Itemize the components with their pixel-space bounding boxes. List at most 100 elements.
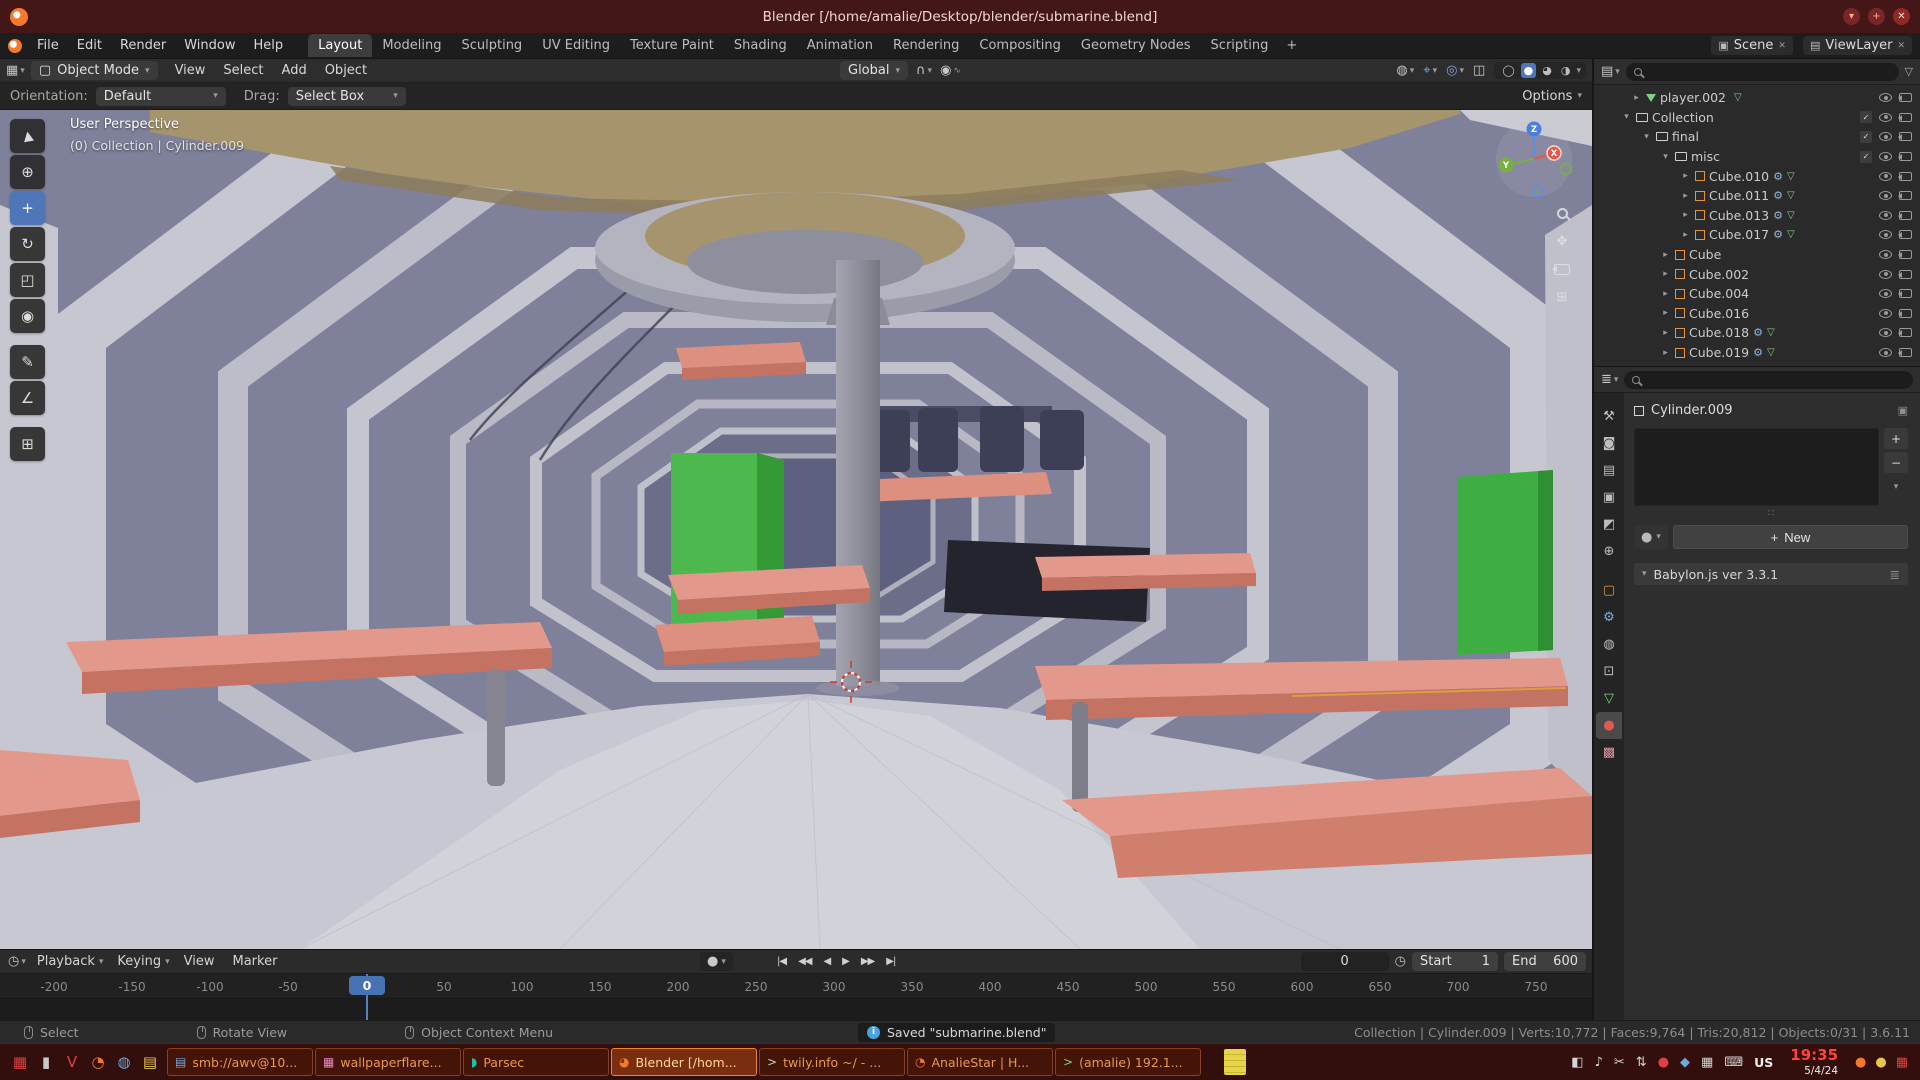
launcher-icon[interactable]: ▤ <box>138 1050 162 1074</box>
properties-tab[interactable]: ▩ <box>1596 739 1622 766</box>
remove-slot-button[interactable]: − <box>1884 452 1908 473</box>
outliner-search[interactable] <box>1626 63 1899 81</box>
disable-render-icon[interactable] <box>1899 309 1912 318</box>
properties-tab[interactable]: ▣ <box>1596 484 1622 511</box>
add-slot-button[interactable]: + <box>1884 428 1908 449</box>
hide-viewport-icon[interactable] <box>1879 191 1892 200</box>
hide-viewport-icon[interactable] <box>1879 93 1892 102</box>
workspace-tab[interactable]: UV Editing <box>532 34 620 57</box>
workspace-tab[interactable]: Layout <box>308 34 372 57</box>
disclosure-arrow[interactable]: ▸ <box>1680 191 1691 201</box>
zoom-icon[interactable] <box>1557 208 1568 219</box>
current-frame-indicator[interactable]: 0 <box>349 976 385 995</box>
viewport-menu-item[interactable]: Object <box>316 60 376 81</box>
editor-type-button[interactable]: ≣ ▾ <box>1601 372 1618 387</box>
tool-button[interactable]: ↻ <box>10 227 45 261</box>
outliner-row[interactable]: ▸ Cube <box>1594 245 1920 265</box>
hide-viewport-icon[interactable] <box>1879 348 1892 357</box>
window-control-button[interactable]: ✕ <box>1893 8 1910 25</box>
header-toggle[interactable]: ◫ <box>1473 63 1487 78</box>
browse-material-dropdown[interactable]: ● ▾ <box>1634 525 1668 549</box>
timeline-ruler[interactable]: -200-150-100-500501001502002503003504004… <box>0 974 1592 999</box>
hide-viewport-icon[interactable] <box>1879 152 1892 161</box>
window-control-button[interactable]: + <box>1868 8 1885 25</box>
playback-button[interactable]: ◀ <box>818 953 835 970</box>
tool-button[interactable]: + <box>10 191 45 225</box>
disclosure-arrow[interactable]: ▸ <box>1680 230 1691 240</box>
workspace-tab[interactable]: Modeling <box>372 34 451 57</box>
slot-specials-icon[interactable]: ▾ <box>1884 476 1908 497</box>
disable-render-icon[interactable] <box>1899 172 1912 181</box>
disclosure-arrow[interactable]: ▸ <box>1660 348 1671 358</box>
hide-viewport-icon[interactable] <box>1879 328 1892 337</box>
disable-render-icon[interactable] <box>1899 93 1912 102</box>
frame-start-field[interactable]: Start 1 <box>1412 952 1498 971</box>
workspace-tab[interactable]: Geometry Nodes <box>1071 34 1201 57</box>
disclosure-arrow[interactable]: ▸ <box>1660 269 1671 279</box>
header-toggle[interactable]: ◎ ▾ <box>1446 63 1464 78</box>
add-workspace-button[interactable]: + <box>1278 36 1305 55</box>
outliner-row[interactable]: ▾ Collection <box>1594 108 1920 128</box>
outliner-row[interactable]: ▸ Cube.002 <box>1594 264 1920 284</box>
timeline-menu-item[interactable]: Keying ▾ <box>110 952 176 971</box>
tool-button[interactable]: ◉ <box>10 299 45 333</box>
disable-render-icon[interactable] <box>1899 348 1912 357</box>
launcher-icon[interactable]: ▮ <box>34 1050 58 1074</box>
disclosure-arrow[interactable]: ▸ <box>1660 289 1671 299</box>
disclosure-arrow[interactable]: ▾ <box>1641 132 1652 142</box>
current-frame-field[interactable]: 0 <box>1301 952 1389 971</box>
taskbar-window-button[interactable]: ◗ Parsec <box>463 1048 609 1076</box>
disclosure-arrow[interactable]: ▸ <box>1631 93 1642 103</box>
menu-item[interactable]: Edit <box>68 35 111 56</box>
navigation-gizmo[interactable]: Z Y X <box>1492 117 1576 205</box>
header-toggle[interactable]: ◍ ▾ <box>1396 63 1414 78</box>
3d-scene[interactable] <box>0 110 1592 949</box>
disclosure-arrow[interactable]: ▸ <box>1680 210 1691 220</box>
disable-render-icon[interactable] <box>1899 270 1912 279</box>
properties-tab[interactable]: ◩ <box>1596 511 1622 538</box>
unlink-scene-icon[interactable]: ✕ <box>1778 41 1786 51</box>
viewport-menu-item[interactable]: View <box>166 60 215 81</box>
outliner-row[interactable]: ▸ Cube.019 ⚙ ▽ <box>1594 343 1920 363</box>
pin-icon[interactable]: ▣ <box>1898 404 1908 417</box>
editor-type-button[interactable]: ▦ ▾ <box>6 63 25 78</box>
outliner-row[interactable]: ▸ Cube.013 ⚙ ▽ <box>1594 206 1920 226</box>
tray-icon[interactable]: ◧ <box>1571 1055 1583 1070</box>
disable-render-icon[interactable] <box>1899 230 1912 239</box>
viewport-menu-item[interactable]: Select <box>214 60 272 81</box>
properties-tab[interactable]: ● <box>1596 712 1622 739</box>
outliner-row[interactable]: ▾ misc <box>1594 147 1920 167</box>
options-button[interactable]: Options ▾ <box>1522 89 1582 104</box>
outliner-row[interactable]: ▸ Cube.004 <box>1594 284 1920 304</box>
hide-viewport-icon[interactable] <box>1879 230 1892 239</box>
outliner-row[interactable]: ▸ Cube.011 ⚙ ▽ <box>1594 186 1920 206</box>
editor-type-button[interactable]: ◷ ▾ <box>8 954 26 969</box>
shading-mode-button[interactable]: ◕ <box>1539 63 1555 78</box>
properties-search[interactable] <box>1624 371 1913 389</box>
material-slot-list[interactable] <box>1634 428 1879 506</box>
playback-button[interactable]: ◀◀ <box>793 953 816 970</box>
tray-icon[interactable]: ⇅ <box>1636 1055 1647 1070</box>
drag-dropdown[interactable]: Select Box ▾ <box>288 87 406 106</box>
workspace-tab[interactable]: Shading <box>724 34 797 57</box>
camera-view-icon[interactable] <box>1554 264 1570 275</box>
launcher-icon[interactable]: V <box>60 1050 84 1074</box>
outliner-row[interactable]: ▸ Cube.010 ⚙ ▽ <box>1594 166 1920 186</box>
hide-viewport-icon[interactable] <box>1879 250 1892 259</box>
3d-viewport[interactable]: User Perspective (0) Collection | Cylind… <box>0 110 1592 949</box>
tool-button[interactable]: ⊕ <box>10 155 45 189</box>
hide-viewport-icon[interactable] <box>1879 289 1892 298</box>
menu-item[interactable]: Render <box>111 35 175 56</box>
disclosure-arrow[interactable]: ▸ <box>1660 250 1671 260</box>
window-control-button[interactable]: ▾ <box>1843 8 1860 25</box>
workspace-tab[interactable]: Scripting <box>1201 34 1279 57</box>
disable-render-icon[interactable] <box>1899 328 1912 337</box>
outliner-row[interactable]: ▸ Cube.018 ⚙ ▽ <box>1594 323 1920 343</box>
tool-button[interactable]: ◰ <box>10 263 45 297</box>
taskbar-window-button[interactable]: ▦ wallpaperflare... <box>315 1048 461 1076</box>
tool-button[interactable]: ✎ <box>10 345 45 379</box>
tray-icon[interactable]: ● <box>1855 1055 1866 1070</box>
outliner-search-input[interactable] <box>1648 65 1891 79</box>
taskbar-window-button[interactable]: ◕ Blender [/hom... <box>611 1048 757 1076</box>
properties-search-input[interactable] <box>1646 373 1905 387</box>
